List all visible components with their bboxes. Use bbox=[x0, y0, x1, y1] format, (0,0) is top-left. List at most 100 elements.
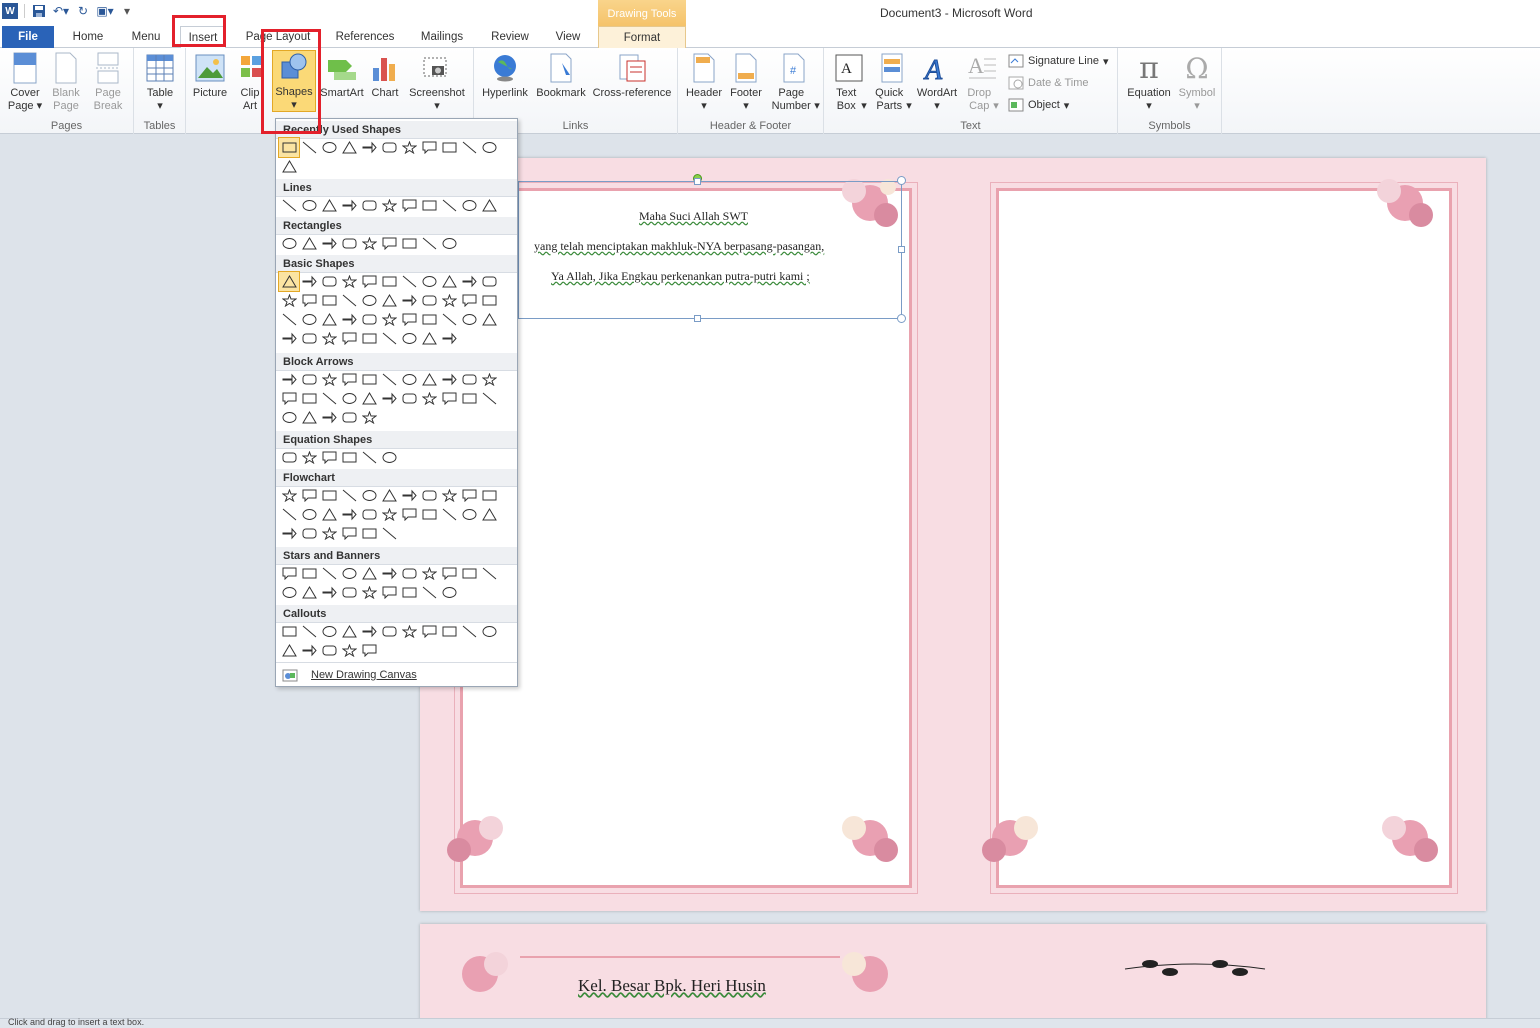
shape-thumbnail[interactable] bbox=[479, 389, 499, 408]
shape-thumbnail[interactable] bbox=[459, 138, 479, 157]
shape-thumbnail[interactable] bbox=[379, 370, 399, 389]
shape-thumbnail[interactable] bbox=[439, 310, 459, 329]
shape-thumbnail[interactable] bbox=[459, 196, 479, 215]
shape-thumbnail[interactable] bbox=[339, 370, 359, 389]
shape-thumbnail[interactable] bbox=[279, 448, 299, 467]
shape-thumbnail[interactable] bbox=[299, 272, 319, 291]
tab-mailings[interactable]: Mailings bbox=[414, 26, 470, 48]
shape-thumbnail[interactable] bbox=[299, 329, 319, 348]
resize-handle-bottom[interactable] bbox=[694, 315, 701, 322]
shape-thumbnail[interactable] bbox=[459, 564, 479, 583]
shape-thumbnail[interactable] bbox=[279, 524, 299, 543]
shape-thumbnail[interactable] bbox=[419, 389, 439, 408]
shape-thumbnail[interactable] bbox=[279, 408, 299, 427]
shape-thumbnail[interactable] bbox=[319, 408, 339, 427]
shape-thumbnail[interactable] bbox=[399, 389, 419, 408]
shape-thumbnail[interactable] bbox=[279, 291, 299, 310]
object-button[interactable]: Object ▾ bbox=[1008, 98, 1069, 112]
shape-thumbnail[interactable] bbox=[479, 486, 499, 505]
shape-thumbnail[interactable] bbox=[359, 370, 379, 389]
shape-thumbnail[interactable] bbox=[359, 564, 379, 583]
shape-thumbnail[interactable] bbox=[439, 272, 459, 291]
shape-thumbnail[interactable] bbox=[439, 389, 459, 408]
shape-thumbnail[interactable] bbox=[359, 486, 379, 505]
shape-thumbnail[interactable] bbox=[359, 389, 379, 408]
shape-thumbnail[interactable] bbox=[479, 196, 499, 215]
shape-thumbnail[interactable] bbox=[419, 196, 439, 215]
shape-thumbnail[interactable] bbox=[439, 505, 459, 524]
shape-thumbnail[interactable] bbox=[479, 138, 499, 157]
shape-thumbnail[interactable] bbox=[359, 583, 379, 602]
shape-thumbnail[interactable] bbox=[419, 234, 439, 253]
shape-thumbnail[interactable] bbox=[319, 138, 339, 157]
shape-thumbnail[interactable] bbox=[299, 196, 319, 215]
save-icon[interactable] bbox=[31, 3, 47, 19]
shape-thumbnail[interactable] bbox=[419, 583, 439, 602]
shape-thumbnail[interactable] bbox=[279, 370, 299, 389]
shape-thumbnail[interactable] bbox=[479, 291, 499, 310]
customize-qat-icon[interactable]: ▾ bbox=[119, 3, 135, 19]
shape-thumbnail[interactable] bbox=[319, 505, 339, 524]
shape-thumbnail[interactable] bbox=[359, 622, 379, 641]
date-time-button[interactable]: Date & Time bbox=[1008, 76, 1089, 90]
shape-thumbnail[interactable] bbox=[379, 564, 399, 583]
shape-thumbnail[interactable] bbox=[379, 291, 399, 310]
shape-thumbnail[interactable] bbox=[379, 486, 399, 505]
shape-thumbnail[interactable] bbox=[399, 486, 419, 505]
shape-thumbnail[interactable] bbox=[279, 486, 299, 505]
doc-line-3[interactable]: Ya Allah, Jika Engkau perkenankan putra-… bbox=[551, 269, 810, 284]
shape-thumbnail[interactable] bbox=[299, 583, 319, 602]
shape-thumbnail[interactable] bbox=[439, 583, 459, 602]
shape-thumbnail[interactable] bbox=[299, 234, 319, 253]
shape-thumbnail[interactable] bbox=[339, 564, 359, 583]
shape-thumbnail[interactable] bbox=[299, 138, 319, 157]
shape-thumbnail[interactable] bbox=[439, 234, 459, 253]
shape-thumbnail[interactable] bbox=[459, 310, 479, 329]
shape-thumbnail[interactable] bbox=[419, 310, 439, 329]
tab-review[interactable]: Review bbox=[484, 26, 536, 48]
tab-view[interactable]: View bbox=[548, 26, 588, 48]
page-break-button[interactable]: Page Break bbox=[88, 52, 128, 113]
shape-thumbnail[interactable] bbox=[359, 234, 379, 253]
shape-thumbnail[interactable] bbox=[399, 310, 419, 329]
document-area[interactable]: Maha Suci Allah SWT yang telah menciptak… bbox=[0, 135, 1540, 1024]
text-box-button[interactable]: A Text Box ▾ bbox=[828, 52, 870, 113]
shape-thumbnail[interactable] bbox=[419, 138, 439, 157]
shape-thumbnail[interactable] bbox=[399, 583, 419, 602]
word-app-icon[interactable]: W bbox=[2, 3, 18, 19]
picture-button[interactable]: Picture bbox=[190, 52, 230, 100]
shape-thumbnail[interactable] bbox=[339, 389, 359, 408]
page2-family-name[interactable]: Kel. Besar Bpk. Heri Husin bbox=[578, 976, 766, 996]
doc-line-2[interactable]: yang telah menciptakan makhluk-NYA berpa… bbox=[534, 239, 824, 254]
redo-icon[interactable]: ↻ bbox=[75, 3, 91, 19]
resize-handle-top-right[interactable] bbox=[897, 176, 906, 185]
shape-thumbnail[interactable] bbox=[359, 138, 379, 157]
shape-thumbnail[interactable] bbox=[419, 564, 439, 583]
shape-thumbnail[interactable] bbox=[279, 583, 299, 602]
shape-thumbnail[interactable] bbox=[399, 622, 419, 641]
shape-thumbnail[interactable] bbox=[359, 329, 379, 348]
shape-thumbnail[interactable] bbox=[279, 641, 299, 660]
shape-thumbnail[interactable] bbox=[299, 408, 319, 427]
shape-thumbnail[interactable] bbox=[419, 505, 439, 524]
shape-thumbnail[interactable] bbox=[319, 564, 339, 583]
shape-thumbnail[interactable] bbox=[379, 272, 399, 291]
shape-thumbnail[interactable] bbox=[339, 196, 359, 215]
footer-button[interactable]: Footer ▾ bbox=[726, 52, 766, 113]
shape-thumbnail[interactable] bbox=[379, 505, 399, 524]
shape-thumbnail[interactable] bbox=[379, 583, 399, 602]
new-drawing-canvas-item[interactable]: New Drawing Canvas bbox=[276, 662, 517, 686]
cross-reference-button[interactable]: Cross-reference bbox=[590, 52, 674, 100]
shape-thumbnail[interactable] bbox=[459, 272, 479, 291]
shape-thumbnail[interactable] bbox=[339, 583, 359, 602]
symbol-button[interactable]: Ω Symbol ▾ bbox=[1176, 52, 1218, 113]
shape-thumbnail[interactable] bbox=[439, 329, 459, 348]
resize-handle-right[interactable] bbox=[898, 246, 905, 253]
blank-page-button[interactable]: Blank Page bbox=[46, 52, 86, 113]
shape-thumbnail[interactable] bbox=[439, 138, 459, 157]
chart-button[interactable]: Chart bbox=[366, 52, 404, 100]
shape-thumbnail[interactable] bbox=[279, 622, 299, 641]
tab-references[interactable]: References bbox=[330, 26, 400, 48]
signature-line-button[interactable]: Signature Line ▾ bbox=[1008, 54, 1108, 68]
equation-button[interactable]: π Equation ▾ bbox=[1122, 52, 1176, 113]
